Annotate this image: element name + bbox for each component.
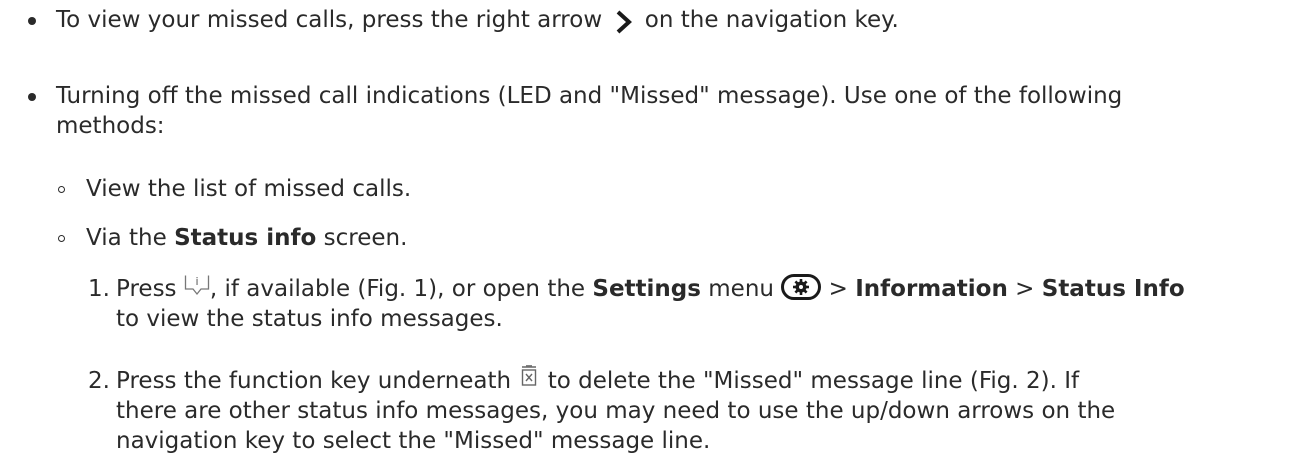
step-text-line2: to view the status info messages.	[116, 306, 503, 332]
bullet-item-view-missed: To view your missed calls, press the rig…	[28, 5, 1278, 37]
step-text-menu: menu	[700, 276, 774, 302]
step-number: 2.	[88, 368, 110, 394]
svg-text:i: i	[195, 275, 198, 288]
subbullet-text: View the list of missed calls.	[86, 176, 412, 202]
bullet-text-line1: Turning off the missed call indications …	[56, 83, 1123, 109]
information-bold: Information	[855, 276, 1008, 302]
info-key-icon: i	[184, 275, 210, 295]
settings-gear-icon	[781, 273, 822, 300]
step-text-line2: there are other status info messages, yo…	[116, 398, 1116, 424]
step-item-1: 1. Press i , if available (Fig. 1), or o…	[88, 273, 1288, 338]
step-text-line1: Press i , if available (Fig. 1), or open…	[116, 273, 1185, 304]
subbullet-circle	[58, 235, 65, 242]
subbullet-item-view-list: View the list of missed calls.	[58, 174, 1258, 206]
right-chevron-icon	[617, 10, 633, 33]
step-text-mid: , if available (Fig. 1), or open the	[209, 276, 593, 302]
status-info-bold: Status Info	[1041, 276, 1185, 302]
breadcrumb-separator: >	[821, 276, 856, 302]
step-text: Press the function key underneath to del…	[116, 364, 1116, 456]
bullet-item-turn-off: Turning off the missed call indications …	[28, 81, 1278, 145]
step-text-line3: navigation key to select the "Missed" me…	[116, 428, 711, 454]
step-number: 1.	[88, 276, 110, 302]
bullet-text-line2: methods:	[56, 113, 165, 139]
step-text-line1: Press the function key underneath to del…	[116, 364, 1115, 396]
subbullet-circle	[58, 186, 65, 193]
bullet-disc	[28, 93, 36, 101]
subbullet-text-post: screen.	[316, 225, 408, 251]
settings-bold: Settings	[592, 276, 701, 302]
step-text: Press i , if available (Fig. 1), or open…	[116, 273, 1185, 334]
bullet-text-post: on the navigation key.	[644, 7, 899, 33]
subbullet-item-status-info: Via the Status info screen.	[58, 223, 1258, 255]
delete-bin-icon	[522, 364, 537, 386]
bullet-text: Turning off the missed call indications …	[56, 81, 1122, 141]
step-item-2: 2. Press the function key underneath to …	[88, 364, 1288, 462]
subbullet-text: Via the Status info screen.	[86, 223, 407, 253]
bullet-text-pre: To view your missed calls, press the rig…	[56, 7, 603, 33]
subbullet-text-pre: Via the	[86, 225, 175, 251]
bullet-text: To view your missed calls, press the rig…	[56, 5, 899, 35]
breadcrumb-separator: >	[1007, 276, 1042, 302]
step-text-post: to delete the "Missed" message line (Fig…	[547, 368, 1080, 394]
step-text-press: Press	[116, 276, 177, 302]
document: To view your missed calls, press the rig…	[0, 0, 1296, 467]
bullet-disc	[28, 17, 36, 25]
step-text-pre: Press the function key underneath	[116, 368, 512, 394]
status-info-bold: Status info	[174, 225, 317, 251]
